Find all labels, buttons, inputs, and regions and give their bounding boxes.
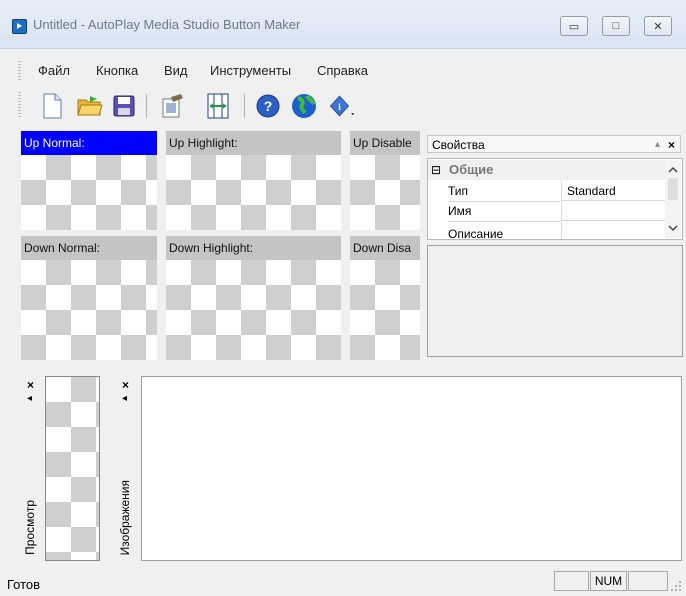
menu-file[interactable]: Файл <box>38 63 70 78</box>
new-file-icon[interactable] <box>38 92 66 120</box>
properties-title: Свойства <box>432 138 485 152</box>
menu-bar: Файл Кнопка Вид Инструменты Справка <box>0 58 686 84</box>
up-disabled-panel[interactable]: Up Disable <box>350 131 420 230</box>
property-row[interactable]: Имя <box>428 201 666 222</box>
down-disabled-panel[interactable]: Down Disa <box>350 236 420 360</box>
info-dropdown-icon[interactable]: i <box>328 92 356 120</box>
resize-grip-icon[interactable] <box>670 580 682 592</box>
property-row[interactable]: Тип Standard <box>428 181 666 202</box>
close-icon: ✕ <box>653 20 663 33</box>
window-title: Untitled - AutoPlay Media Studio Button … <box>33 17 301 32</box>
pin-icon[interactable]: ▴ <box>655 136 660 154</box>
svg-text:?: ? <box>264 98 273 114</box>
toolbar-separator <box>244 94 245 118</box>
menu-help[interactable]: Справка <box>317 63 368 78</box>
properties-panel: Свойства ▴ × ⊟ Общие Тип Standard Имя Оп… <box>427 135 683 357</box>
toolbar-grip[interactable] <box>18 92 21 118</box>
property-name: Имя <box>448 201 560 222</box>
title-bar: Untitled - AutoPlay Media Studio Button … <box>0 0 686 49</box>
property-row[interactable]: Описание <box>428 221 666 239</box>
menu-view[interactable]: Вид <box>164 63 188 78</box>
status-indicator-scroll <box>628 571 668 591</box>
property-value[interactable] <box>561 201 665 221</box>
app-icon <box>12 19 27 34</box>
images-pane-tab[interactable]: × ◂ Изображения <box>116 376 138 561</box>
preview-arrow-icon[interactable]: ◂ <box>27 393 32 404</box>
menu-tools[interactable]: Инструменты <box>210 63 291 78</box>
images-label: Изображения <box>118 479 132 555</box>
down-highlight-panel[interactable]: Down Highlight: <box>166 236 341 360</box>
status-indicator-num: NUM <box>590 571 627 591</box>
category-row[interactable]: ⊟ Общие <box>428 160 666 180</box>
app-window: Untitled - AutoPlay Media Studio Button … <box>0 0 686 596</box>
up-normal-label: Up Normal: <box>21 131 157 155</box>
minimize-icon: ▭ <box>568 20 580 33</box>
property-description-area <box>427 245 683 357</box>
resize-icon[interactable] <box>204 92 232 120</box>
down-highlight-canvas[interactable] <box>166 260 341 360</box>
down-normal-label: Down Normal: <box>21 236 157 260</box>
category-label: Общие <box>449 162 494 177</box>
properties-header: Свойства ▴ × <box>427 135 681 153</box>
collapse-icon[interactable]: ⊟ <box>431 160 441 180</box>
preview-canvas[interactable] <box>45 376 100 561</box>
maximize-icon: □ <box>612 20 620 32</box>
up-highlight-panel[interactable]: Up Highlight: <box>166 131 341 230</box>
images-close-icon[interactable]: × <box>122 378 129 392</box>
maximize-button[interactable]: □ <box>602 16 630 36</box>
property-scrollbar[interactable] <box>665 160 681 238</box>
images-list-area[interactable] <box>141 376 682 561</box>
scroll-arrows-icon[interactable] <box>665 160 681 238</box>
property-name: Тип <box>448 181 560 202</box>
menu-button[interactable]: Кнопка <box>96 63 138 78</box>
menubar-grip[interactable] <box>18 61 21 81</box>
open-folder-icon[interactable] <box>76 92 104 120</box>
help-icon[interactable]: ? <box>254 92 282 120</box>
close-button[interactable]: ✕ <box>644 16 672 36</box>
down-disabled-label: Down Disa <box>350 236 420 260</box>
property-name: Описание <box>448 221 560 239</box>
property-value[interactable] <box>561 221 665 239</box>
up-highlight-canvas[interactable] <box>166 155 341 230</box>
down-highlight-label: Down Highlight: <box>166 236 341 260</box>
save-icon[interactable] <box>110 92 138 120</box>
up-disabled-canvas[interactable] <box>350 155 420 230</box>
up-highlight-label: Up Highlight: <box>166 131 341 155</box>
preview-label: Просмотр <box>23 500 37 555</box>
down-disabled-canvas[interactable] <box>350 260 420 360</box>
minimize-button[interactable]: ▭ <box>560 16 588 36</box>
down-normal-canvas[interactable] <box>21 260 157 360</box>
images-arrow-icon[interactable]: ◂ <box>122 393 127 404</box>
up-disabled-label: Up Disable <box>350 131 420 155</box>
web-globe-icon[interactable] <box>290 92 318 120</box>
status-indicator-caps <box>554 571 589 591</box>
up-normal-canvas[interactable] <box>21 155 157 230</box>
up-normal-panel[interactable]: Up Normal: <box>21 131 157 230</box>
status-text: Готов <box>7 577 41 592</box>
preview-close-icon[interactable]: × <box>27 378 34 392</box>
edit-image-icon[interactable] <box>158 92 186 120</box>
toolbar-separator <box>146 94 147 118</box>
property-grid: ⊟ Общие Тип Standard Имя Описание <box>427 158 683 240</box>
preview-checker <box>46 377 99 560</box>
toolbar: ? i <box>0 88 686 122</box>
preview-pane-tab[interactable]: × ◂ Просмотр <box>21 376 43 561</box>
svg-text:i: i <box>338 102 341 113</box>
down-normal-panel[interactable]: Down Normal: <box>21 236 157 360</box>
properties-close-icon[interactable]: × <box>668 136 675 154</box>
property-value[interactable]: Standard <box>561 181 665 201</box>
